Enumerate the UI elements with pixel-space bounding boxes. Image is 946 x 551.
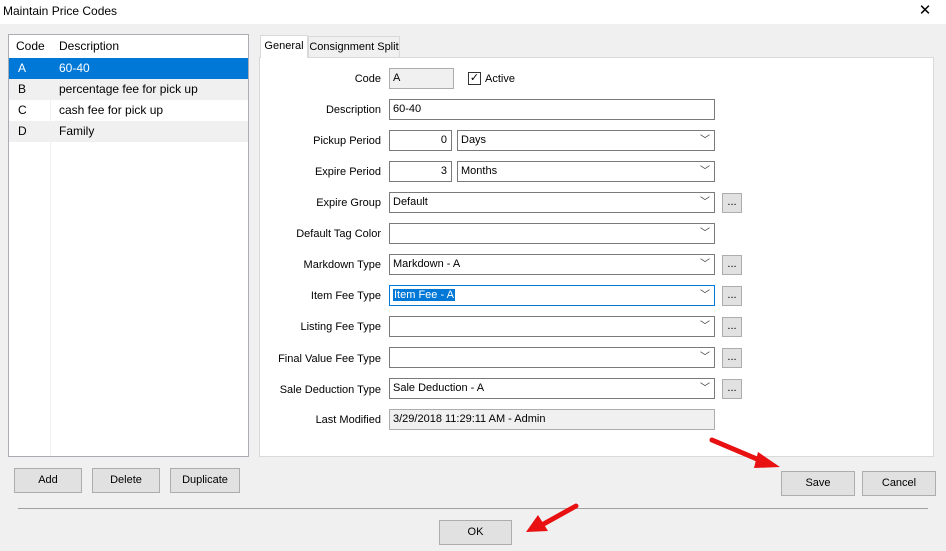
expire-group-label: Expire Group bbox=[316, 197, 381, 209]
sale-deduction-type-select[interactable]: Sale Deduction - A ﹀ bbox=[389, 378, 715, 399]
title-bar: Maintain Price Codes ✕ bbox=[0, 0, 946, 24]
last-modified-label: Last Modified bbox=[315, 414, 381, 426]
item-fee-type-ellipsis-button[interactable]: ... bbox=[722, 286, 742, 306]
column-header-code[interactable]: Code bbox=[16, 39, 45, 53]
sale-deduction-type-value: Sale Deduction - A bbox=[393, 382, 485, 394]
item-fee-type-label: Item Fee Type bbox=[310, 290, 381, 302]
expire-group-ellipsis-button[interactable]: ... bbox=[722, 193, 742, 213]
separator bbox=[18, 508, 928, 509]
close-icon[interactable]: ✕ bbox=[914, 1, 936, 21]
chevron-down-icon: ﹀ bbox=[700, 259, 710, 270]
save-button[interactable]: Save bbox=[781, 471, 855, 496]
final-value-fee-type-label: Final Value Fee Type bbox=[278, 353, 381, 365]
markdown-type-ellipsis-button[interactable]: ... bbox=[722, 255, 742, 275]
expire-group-select[interactable]: Default ﹀ bbox=[389, 192, 715, 213]
default-tag-color-label: Default Tag Color bbox=[296, 228, 381, 240]
markdown-type-value: Markdown - A bbox=[393, 258, 461, 270]
tab-consignment-split[interactable]: Consignment Split bbox=[308, 36, 400, 58]
description-label: Description bbox=[325, 104, 381, 116]
final-value-fee-type-select[interactable]: ﹀ bbox=[389, 347, 715, 368]
listing-fee-type-ellipsis-button[interactable]: ... bbox=[722, 317, 742, 337]
column-header-description[interactable]: Description bbox=[59, 39, 119, 53]
chevron-down-icon: ﹀ bbox=[700, 383, 710, 394]
row-code: B bbox=[18, 82, 27, 96]
expire-period-unit-select[interactable]: Months ﹀ bbox=[457, 161, 715, 182]
code-label: Code bbox=[354, 73, 381, 85]
row-description: cash fee for pick up bbox=[59, 103, 164, 117]
pickup-period-field[interactable]: 0 bbox=[389, 130, 452, 151]
expire-period-label: Expire Period bbox=[314, 166, 381, 178]
sale-deduction-type-label: Sale Deduction Type bbox=[279, 384, 381, 396]
ok-button[interactable]: OK bbox=[439, 520, 512, 545]
active-label: Active bbox=[485, 73, 515, 85]
pickup-period-unit-select[interactable]: Days ﹀ bbox=[457, 130, 715, 151]
chevron-down-icon: ﹀ bbox=[700, 197, 710, 208]
pickup-period-unit-value: Days bbox=[461, 134, 487, 146]
row-description: Family bbox=[59, 124, 95, 138]
row-code: A bbox=[18, 61, 27, 75]
chevron-down-icon: ﹀ bbox=[700, 166, 710, 177]
add-button[interactable]: Add bbox=[14, 468, 82, 493]
window-title: Maintain Price Codes bbox=[3, 4, 118, 18]
save-arrow-icon bbox=[709, 437, 780, 468]
row-description: 60-40 bbox=[59, 61, 90, 75]
cancel-button[interactable]: Cancel bbox=[862, 471, 936, 496]
sale-deduction-type-ellipsis-button[interactable]: ... bbox=[722, 379, 742, 399]
expire-period-field[interactable]: 3 bbox=[389, 161, 452, 182]
listing-fee-type-label: Listing Fee Type bbox=[300, 321, 381, 333]
item-fee-type-value: Item Fee - A bbox=[393, 289, 455, 301]
chevron-down-icon: ﹀ bbox=[700, 321, 710, 332]
markdown-type-label: Markdown Type bbox=[303, 259, 381, 271]
checkmark-icon: ✓ bbox=[469, 72, 480, 84]
chevron-down-icon: ﹀ bbox=[700, 290, 710, 301]
code-field[interactable]: A bbox=[389, 68, 454, 89]
item-fee-type-select[interactable]: Item Fee - A ﹀ bbox=[389, 285, 715, 306]
listing-fee-type-select[interactable]: ﹀ bbox=[389, 316, 715, 337]
duplicate-button[interactable]: Duplicate bbox=[170, 468, 240, 493]
row-code: C bbox=[18, 103, 27, 117]
markdown-type-select[interactable]: Markdown - A ﹀ bbox=[389, 254, 715, 275]
description-field[interactable]: 60-40 bbox=[389, 99, 715, 120]
expire-group-value: Default bbox=[393, 196, 428, 208]
chevron-down-icon: ﹀ bbox=[700, 352, 710, 363]
chevron-down-icon: ﹀ bbox=[700, 135, 710, 146]
row-code: D bbox=[18, 124, 27, 138]
chevron-down-icon: ﹀ bbox=[700, 228, 710, 239]
tab-general[interactable]: General bbox=[260, 35, 308, 58]
last-modified-field: 3/29/2018 11:29:11 AM - Admin bbox=[389, 409, 715, 430]
delete-button[interactable]: Delete bbox=[92, 468, 160, 493]
ok-arrow-icon bbox=[526, 503, 579, 532]
list-header: Code Description bbox=[9, 35, 248, 57]
row-description: percentage fee for pick up bbox=[59, 82, 198, 96]
pickup-period-label: Pickup Period bbox=[313, 135, 381, 147]
default-tag-color-select[interactable]: ﹀ bbox=[389, 223, 715, 244]
final-value-fee-type-ellipsis-button[interactable]: ... bbox=[722, 348, 742, 368]
active-checkbox[interactable]: ✓ bbox=[468, 72, 481, 85]
expire-period-unit-value: Months bbox=[461, 165, 498, 177]
